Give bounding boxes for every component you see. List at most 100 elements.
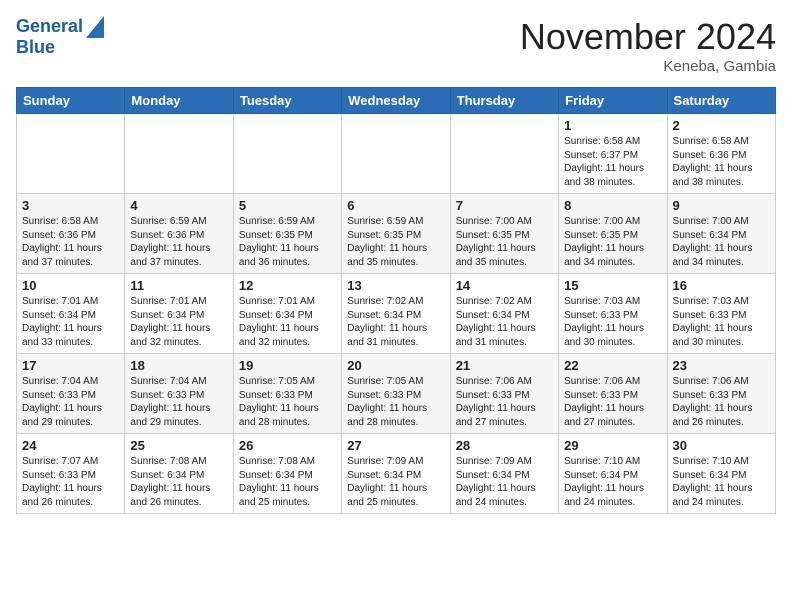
calendar-day-cell: 7Sunrise: 7:00 AM Sunset: 6:35 PM Daylig… xyxy=(450,194,558,274)
day-info: Sunrise: 6:58 AM Sunset: 6:36 PM Dayligh… xyxy=(22,215,119,269)
weekday-header: Tuesday xyxy=(233,88,341,114)
calendar-day-cell: 26 Sunrise: 7:08 AM Sunset: 6:34 PM Dayli… xyxy=(233,434,341,514)
calendar-day-cell: 3 Sunrise: 6:58 AM Sunset: 6:36 PM Daylig… xyxy=(17,194,125,274)
weekday-header: Monday xyxy=(125,88,233,114)
calendar-day-cell: 1Sunrise: 6:58 AM Sunset: 6:37 PM Daylig… xyxy=(559,114,667,194)
day-info: Sunrise: 7:04 AM Sunset: 6:33 PM Dayligh… xyxy=(22,375,119,429)
day-number: 26 xyxy=(239,438,336,453)
day-info: Sunrise: 7:06 AM Sunset: 6:33 PM Dayligh… xyxy=(564,375,661,429)
day-info: Sunrise: 7:04 AM Sunset: 6:33 PM Dayligh… xyxy=(130,375,227,429)
calendar-day-cell: 19Sunrise: 7:05 AM Sunset: 6:33 PM Dayli… xyxy=(233,354,341,434)
weekday-header: Thursday xyxy=(450,88,558,114)
calendar-week-row: 17 Sunrise: 7:04 AM Sunset: 6:33 PM Dayli… xyxy=(17,354,776,434)
day-number: 21 xyxy=(456,358,553,373)
day-number: 22 xyxy=(564,358,661,373)
day-number: 30 xyxy=(673,438,770,453)
calendar-table: SundayMondayTuesdayWednesdayThursdayFrid… xyxy=(16,87,776,514)
calendar-day-cell: 30Sunrise: 7:10 AM Sunset: 6:34 PM Dayli… xyxy=(667,434,775,514)
day-info: Sunrise: 7:08 AM Sunset: 6:34 PM Dayligh… xyxy=(239,455,336,509)
day-info: Sunrise: 7:07 AM Sunset: 6:33 PM Dayligh… xyxy=(22,455,119,509)
calendar-day-cell: 14Sunrise: 7:02 AM Sunset: 6:34 PM Dayli… xyxy=(450,274,558,354)
day-number: 9 xyxy=(673,198,770,213)
day-number: 12 xyxy=(239,278,336,293)
day-info: Sunrise: 7:09 AM Sunset: 6:34 PM Dayligh… xyxy=(347,455,444,509)
day-number: 4 xyxy=(130,198,227,213)
day-number: 1 xyxy=(564,118,661,133)
day-info: Sunrise: 7:03 AM Sunset: 6:33 PM Dayligh… xyxy=(564,295,661,349)
day-info: Sunrise: 7:00 AM Sunset: 6:34 PM Dayligh… xyxy=(673,215,770,269)
day-info: Sunrise: 7:03 AM Sunset: 6:33 PM Dayligh… xyxy=(673,295,770,349)
logo-blue-text: Blue xyxy=(16,38,55,58)
month-title: November 2024 xyxy=(520,16,776,58)
calendar-day-cell: 10 Sunrise: 7:01 AM Sunset: 6:34 PM Dayli… xyxy=(17,274,125,354)
location: Keneba, Gambia xyxy=(520,58,776,75)
calendar-day-cell: 15 Sunrise: 7:03 AM Sunset: 6:33 PM Dayli… xyxy=(559,274,667,354)
day-number: 15 xyxy=(564,278,661,293)
calendar-week-row: 3 Sunrise: 6:58 AM Sunset: 6:36 PM Daylig… xyxy=(17,194,776,274)
day-info: Sunrise: 6:59 AM Sunset: 6:36 PM Dayligh… xyxy=(130,215,227,269)
day-info: Sunrise: 6:59 AM Sunset: 6:35 PM Dayligh… xyxy=(239,215,336,269)
day-number: 7 xyxy=(456,198,553,213)
calendar-day-cell xyxy=(17,114,125,194)
calendar-day-cell: 2Sunrise: 6:58 AM Sunset: 6:36 PM Daylig… xyxy=(667,114,775,194)
day-number: 16 xyxy=(673,278,770,293)
day-number: 28 xyxy=(456,438,553,453)
calendar-day-cell: 6Sunrise: 6:59 AM Sunset: 6:35 PM Daylig… xyxy=(342,194,450,274)
calendar-day-cell: 29 Sunrise: 7:10 AM Sunset: 6:34 PM Dayli… xyxy=(559,434,667,514)
day-number: 19 xyxy=(239,358,336,373)
calendar-day-cell: 8 Sunrise: 7:00 AM Sunset: 6:35 PM Daylig… xyxy=(559,194,667,274)
day-info: Sunrise: 7:00 AM Sunset: 6:35 PM Dayligh… xyxy=(564,215,661,269)
day-info: Sunrise: 6:59 AM Sunset: 6:35 PM Dayligh… xyxy=(347,215,444,269)
day-number: 29 xyxy=(564,438,661,453)
day-info: Sunrise: 7:10 AM Sunset: 6:34 PM Dayligh… xyxy=(564,455,661,509)
day-number: 13 xyxy=(347,278,444,293)
page-header: General Blue November 2024 Keneba, Gambi… xyxy=(16,16,776,75)
day-info: Sunrise: 7:01 AM Sunset: 6:34 PM Dayligh… xyxy=(239,295,336,349)
day-number: 5 xyxy=(239,198,336,213)
day-number: 24 xyxy=(22,438,119,453)
calendar-day-cell: 11 Sunrise: 7:01 AM Sunset: 6:34 PM Dayli… xyxy=(125,274,233,354)
day-info: Sunrise: 7:01 AM Sunset: 6:34 PM Dayligh… xyxy=(130,295,227,349)
calendar-day-cell: 16 Sunrise: 7:03 AM Sunset: 6:33 PM Dayli… xyxy=(667,274,775,354)
calendar-day-cell: 18 Sunrise: 7:04 AM Sunset: 6:33 PM Dayli… xyxy=(125,354,233,434)
calendar-day-cell xyxy=(233,114,341,194)
day-number: 17 xyxy=(22,358,119,373)
day-number: 18 xyxy=(130,358,227,373)
day-info: Sunrise: 7:08 AM Sunset: 6:34 PM Dayligh… xyxy=(130,455,227,509)
logo: General Blue xyxy=(16,16,104,58)
weekday-header: Wednesday xyxy=(342,88,450,114)
calendar-day-cell: 4 Sunrise: 6:59 AM Sunset: 6:36 PM Daylig… xyxy=(125,194,233,274)
calendar-day-cell: 27 Sunrise: 7:09 AM Sunset: 6:34 PM Dayli… xyxy=(342,434,450,514)
calendar-day-cell: 12 Sunrise: 7:01 AM Sunset: 6:34 PM Dayli… xyxy=(233,274,341,354)
weekday-header: Saturday xyxy=(667,88,775,114)
calendar-day-cell: 24 Sunrise: 7:07 AM Sunset: 6:33 PM Dayli… xyxy=(17,434,125,514)
day-info: Sunrise: 7:06 AM Sunset: 6:33 PM Dayligh… xyxy=(673,375,770,429)
calendar-week-row: 1Sunrise: 6:58 AM Sunset: 6:37 PM Daylig… xyxy=(17,114,776,194)
day-info: Sunrise: 6:58 AM Sunset: 6:36 PM Dayligh… xyxy=(673,135,770,189)
calendar-day-cell: 17 Sunrise: 7:04 AM Sunset: 6:33 PM Dayli… xyxy=(17,354,125,434)
day-number: 3 xyxy=(22,198,119,213)
day-info: Sunrise: 7:01 AM Sunset: 6:34 PM Dayligh… xyxy=(22,295,119,349)
calendar-day-cell: 9 Sunrise: 7:00 AM Sunset: 6:34 PM Daylig… xyxy=(667,194,775,274)
title-block: November 2024 Keneba, Gambia xyxy=(520,16,776,75)
day-number: 8 xyxy=(564,198,661,213)
calendar-day-cell: 28 Sunrise: 7:09 AM Sunset: 6:34 PM Dayli… xyxy=(450,434,558,514)
day-info: Sunrise: 7:05 AM Sunset: 6:33 PM Dayligh… xyxy=(347,375,444,429)
logo-text: General xyxy=(16,17,83,37)
calendar-day-cell xyxy=(125,114,233,194)
day-info: Sunrise: 7:09 AM Sunset: 6:34 PM Dayligh… xyxy=(456,455,553,509)
calendar-week-row: 10 Sunrise: 7:01 AM Sunset: 6:34 PM Dayli… xyxy=(17,274,776,354)
day-number: 27 xyxy=(347,438,444,453)
calendar-day-cell: 13Sunrise: 7:02 AM Sunset: 6:34 PM Dayli… xyxy=(342,274,450,354)
calendar-day-cell xyxy=(450,114,558,194)
calendar-day-cell: 20Sunrise: 7:05 AM Sunset: 6:33 PM Dayli… xyxy=(342,354,450,434)
calendar-day-cell xyxy=(342,114,450,194)
logo-icon xyxy=(86,16,104,38)
weekday-header: Friday xyxy=(559,88,667,114)
weekday-header: Sunday xyxy=(17,88,125,114)
calendar-day-cell: 5 Sunrise: 6:59 AM Sunset: 6:35 PM Daylig… xyxy=(233,194,341,274)
day-number: 10 xyxy=(22,278,119,293)
calendar-day-cell: 22 Sunrise: 7:06 AM Sunset: 6:33 PM Dayli… xyxy=(559,354,667,434)
day-number: 14 xyxy=(456,278,553,293)
day-number: 11 xyxy=(130,278,227,293)
